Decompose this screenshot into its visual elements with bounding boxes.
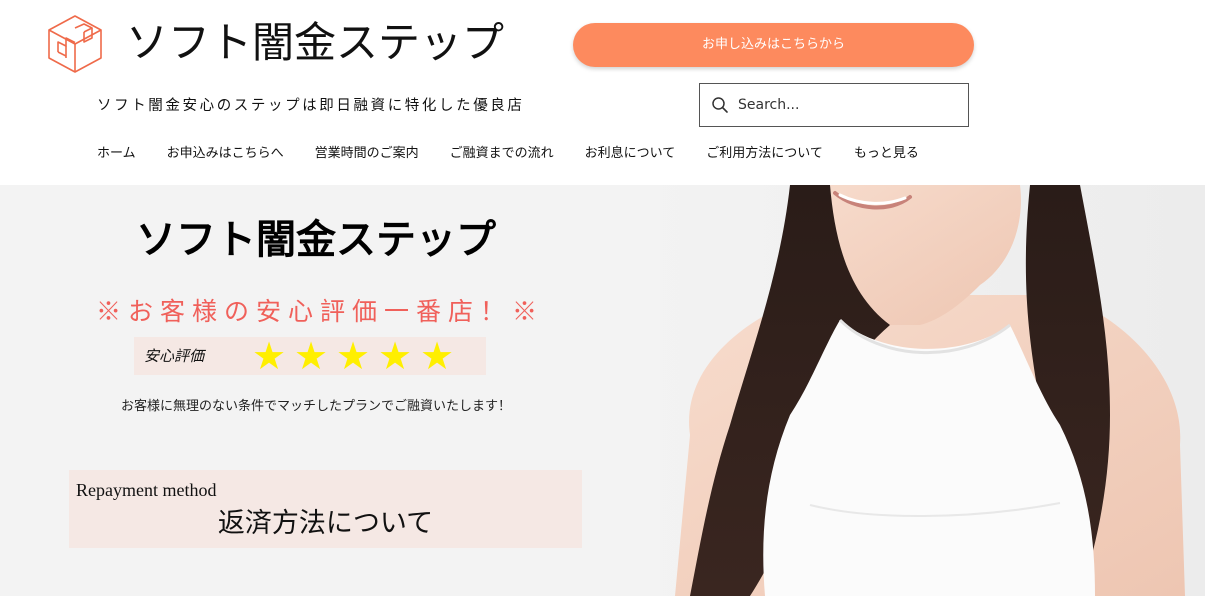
nav-item-interest[interactable]: お利息について xyxy=(585,144,676,164)
smiling-woman-photo xyxy=(640,185,1205,596)
nav-item-usage[interactable]: ご利用方法について xyxy=(706,144,823,164)
evaluation-banner: ※お客様の安心評価一番店！※ xyxy=(96,297,545,326)
nav-item-home[interactable]: ホーム xyxy=(97,144,136,164)
nav-item-more[interactable]: もっと見る xyxy=(854,144,919,164)
hero-section: ソフト闇金ステップ ※お客様の安心評価一番店！※ 安心評価 ★ ★ ★ ★ ★ … xyxy=(0,185,1205,596)
search-icon[interactable] xyxy=(711,96,729,114)
star-icon: ★ xyxy=(419,334,455,378)
star-icon: ★ xyxy=(251,334,287,378)
rating-label: 安心評価 xyxy=(144,347,205,365)
search-input[interactable] xyxy=(738,84,958,126)
rating-box: 安心評価 ★ ★ ★ ★ ★ xyxy=(134,337,486,375)
logo-icon[interactable] xyxy=(46,14,104,74)
site-tagline: ソフト闇金安心のステップは即日融資に特化した優良店 xyxy=(97,98,525,114)
repayment-label-ja: 返済方法について xyxy=(217,508,434,539)
star-icon: ★ xyxy=(377,334,413,378)
apply-button[interactable]: お申し込みはこちらから xyxy=(573,23,974,67)
star-icon: ★ xyxy=(293,334,329,378)
site-title[interactable]: ソフト闇金ステップ xyxy=(126,14,504,72)
nav-item-hours[interactable]: 営業時間のご案内 xyxy=(315,144,419,164)
repayment-label-en: Repayment method xyxy=(76,480,217,500)
search-box[interactable] xyxy=(699,83,969,127)
main-nav: ホーム お申込みはこちらへ 営業時間のご案内 ご融資までの流れ お利息について … xyxy=(97,144,950,164)
nav-item-apply[interactable]: お申込みはこちらへ xyxy=(167,144,284,164)
hero-heading: ソフト闇金ステップ xyxy=(136,217,496,263)
hero-subtext: お客様に無理のない条件でマッチしたプランでご融資いたします！ xyxy=(121,399,512,414)
nav-item-loan-flow[interactable]: ご融資までの流れ xyxy=(450,144,554,164)
star-rating: ★ ★ ★ ★ ★ xyxy=(248,337,458,375)
repayment-link[interactable]: Repayment method 返済方法について xyxy=(69,470,582,548)
page: ソフト闇金ステップ お申し込みはこちらから ソフト闇金安心のステップは即日融資に… xyxy=(0,0,1205,596)
star-icon: ★ xyxy=(335,334,371,378)
